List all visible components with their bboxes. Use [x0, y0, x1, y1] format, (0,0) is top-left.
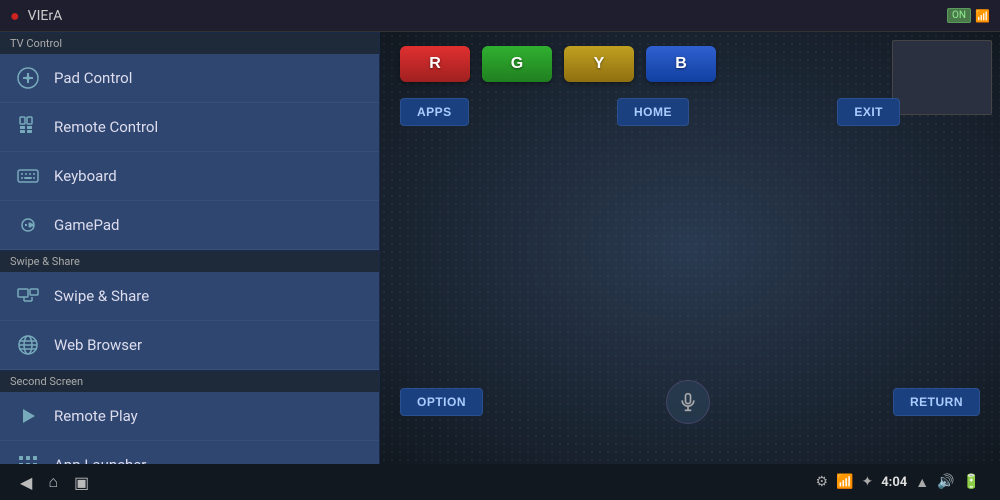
swipe-share-icon — [14, 282, 42, 310]
keyboard-icon — [14, 162, 42, 190]
sidebar-item-gamepad[interactable]: GamePad — [0, 201, 379, 250]
sidebar-item-remote-play[interactable]: Remote Play — [0, 392, 379, 441]
wifi-icon: 📶 — [975, 9, 990, 23]
app-title: VIErA — [28, 8, 63, 24]
remote-play-label: Remote Play — [54, 407, 138, 425]
sidebar-item-pad-control[interactable]: Pad Control — [0, 54, 379, 103]
app-launcher-icon — [14, 451, 42, 464]
bluetooth-icon: ✦ — [861, 474, 873, 490]
bottom-bar: ◀ ⌂ ▣ ⚙ 📶 ✦ 4:04 ▲ 🔊 🔋 — [0, 464, 1000, 500]
sidebar-item-app-launcher[interactable]: App Launcher — [0, 441, 379, 464]
sidebar: TV Control Pad Control — [0, 32, 380, 464]
signal-icon: ▲ — [915, 474, 929, 491]
wifi-status-icon: 📶 — [836, 474, 853, 490]
color-button-yellow[interactable]: Y — [564, 46, 634, 82]
section-header-tv-control: TV Control — [0, 32, 379, 54]
section-header-swipe-share: Swipe & Share — [0, 250, 379, 272]
sidebar-item-web-browser[interactable]: Web Browser — [0, 321, 379, 370]
back-button[interactable]: ◀ — [20, 473, 32, 492]
globe-icon — [14, 331, 42, 359]
app-launcher-label: App Launcher — [54, 456, 146, 464]
sidebar-item-keyboard[interactable]: Keyboard — [0, 152, 379, 201]
title-bar: ● VIErA ON 📶 — [0, 0, 1000, 32]
swipe-share-label: Swipe & Share — [54, 287, 149, 305]
home-nav-button[interactable]: ⌂ — [48, 472, 58, 492]
on-badge: ON — [947, 8, 971, 23]
home-button[interactable]: HOME — [617, 98, 689, 126]
title-bar-right: ON 📶 — [947, 8, 990, 23]
keyboard-label: Keyboard — [54, 167, 117, 185]
section-header-second-screen: Second Screen — [0, 370, 379, 392]
remote-panel: R G Y B APPS HOME EXIT OPTION RETURN — [380, 32, 1000, 464]
app-icon: ● — [10, 6, 20, 26]
clock: 4:04 — [881, 475, 907, 490]
mic-button[interactable] — [666, 380, 710, 424]
web-browser-label: Web Browser — [54, 336, 142, 354]
color-button-red[interactable]: R — [400, 46, 470, 82]
settings-icon: ⚙ — [815, 474, 828, 490]
status-area: ⚙ 📶 ✦ 4:04 ▲ 🔊 🔋 — [815, 474, 980, 491]
main-content: TV Control Pad Control — [0, 32, 1000, 464]
battery-icon: 🔋 — [963, 474, 980, 490]
gamepad-icon — [14, 211, 42, 239]
option-button[interactable]: OPTION — [400, 388, 483, 416]
color-buttons-row: R G Y B — [400, 46, 980, 82]
exit-button[interactable]: EXIT — [837, 98, 900, 126]
remote-play-icon — [14, 402, 42, 430]
remote-control-label: Remote Control — [54, 118, 158, 136]
sidebar-item-swipe-share[interactable]: Swipe & Share — [0, 272, 379, 321]
return-button[interactable]: RETURN — [893, 388, 980, 416]
volume-icon: 🔊 — [937, 474, 954, 490]
remote-control-icon — [14, 113, 42, 141]
pad-control-label: Pad Control — [54, 69, 132, 87]
bottom-buttons: OPTION RETURN — [400, 380, 980, 424]
color-button-green[interactable]: G — [482, 46, 552, 82]
gamepad-label: GamePad — [54, 216, 120, 234]
func-buttons-row: APPS HOME EXIT — [400, 98, 900, 126]
recents-button[interactable]: ▣ — [74, 473, 89, 492]
color-button-blue[interactable]: B — [646, 46, 716, 82]
apps-button[interactable]: APPS — [400, 98, 469, 126]
sidebar-item-remote-control[interactable]: Remote Control — [0, 103, 379, 152]
pad-control-icon — [14, 64, 42, 92]
